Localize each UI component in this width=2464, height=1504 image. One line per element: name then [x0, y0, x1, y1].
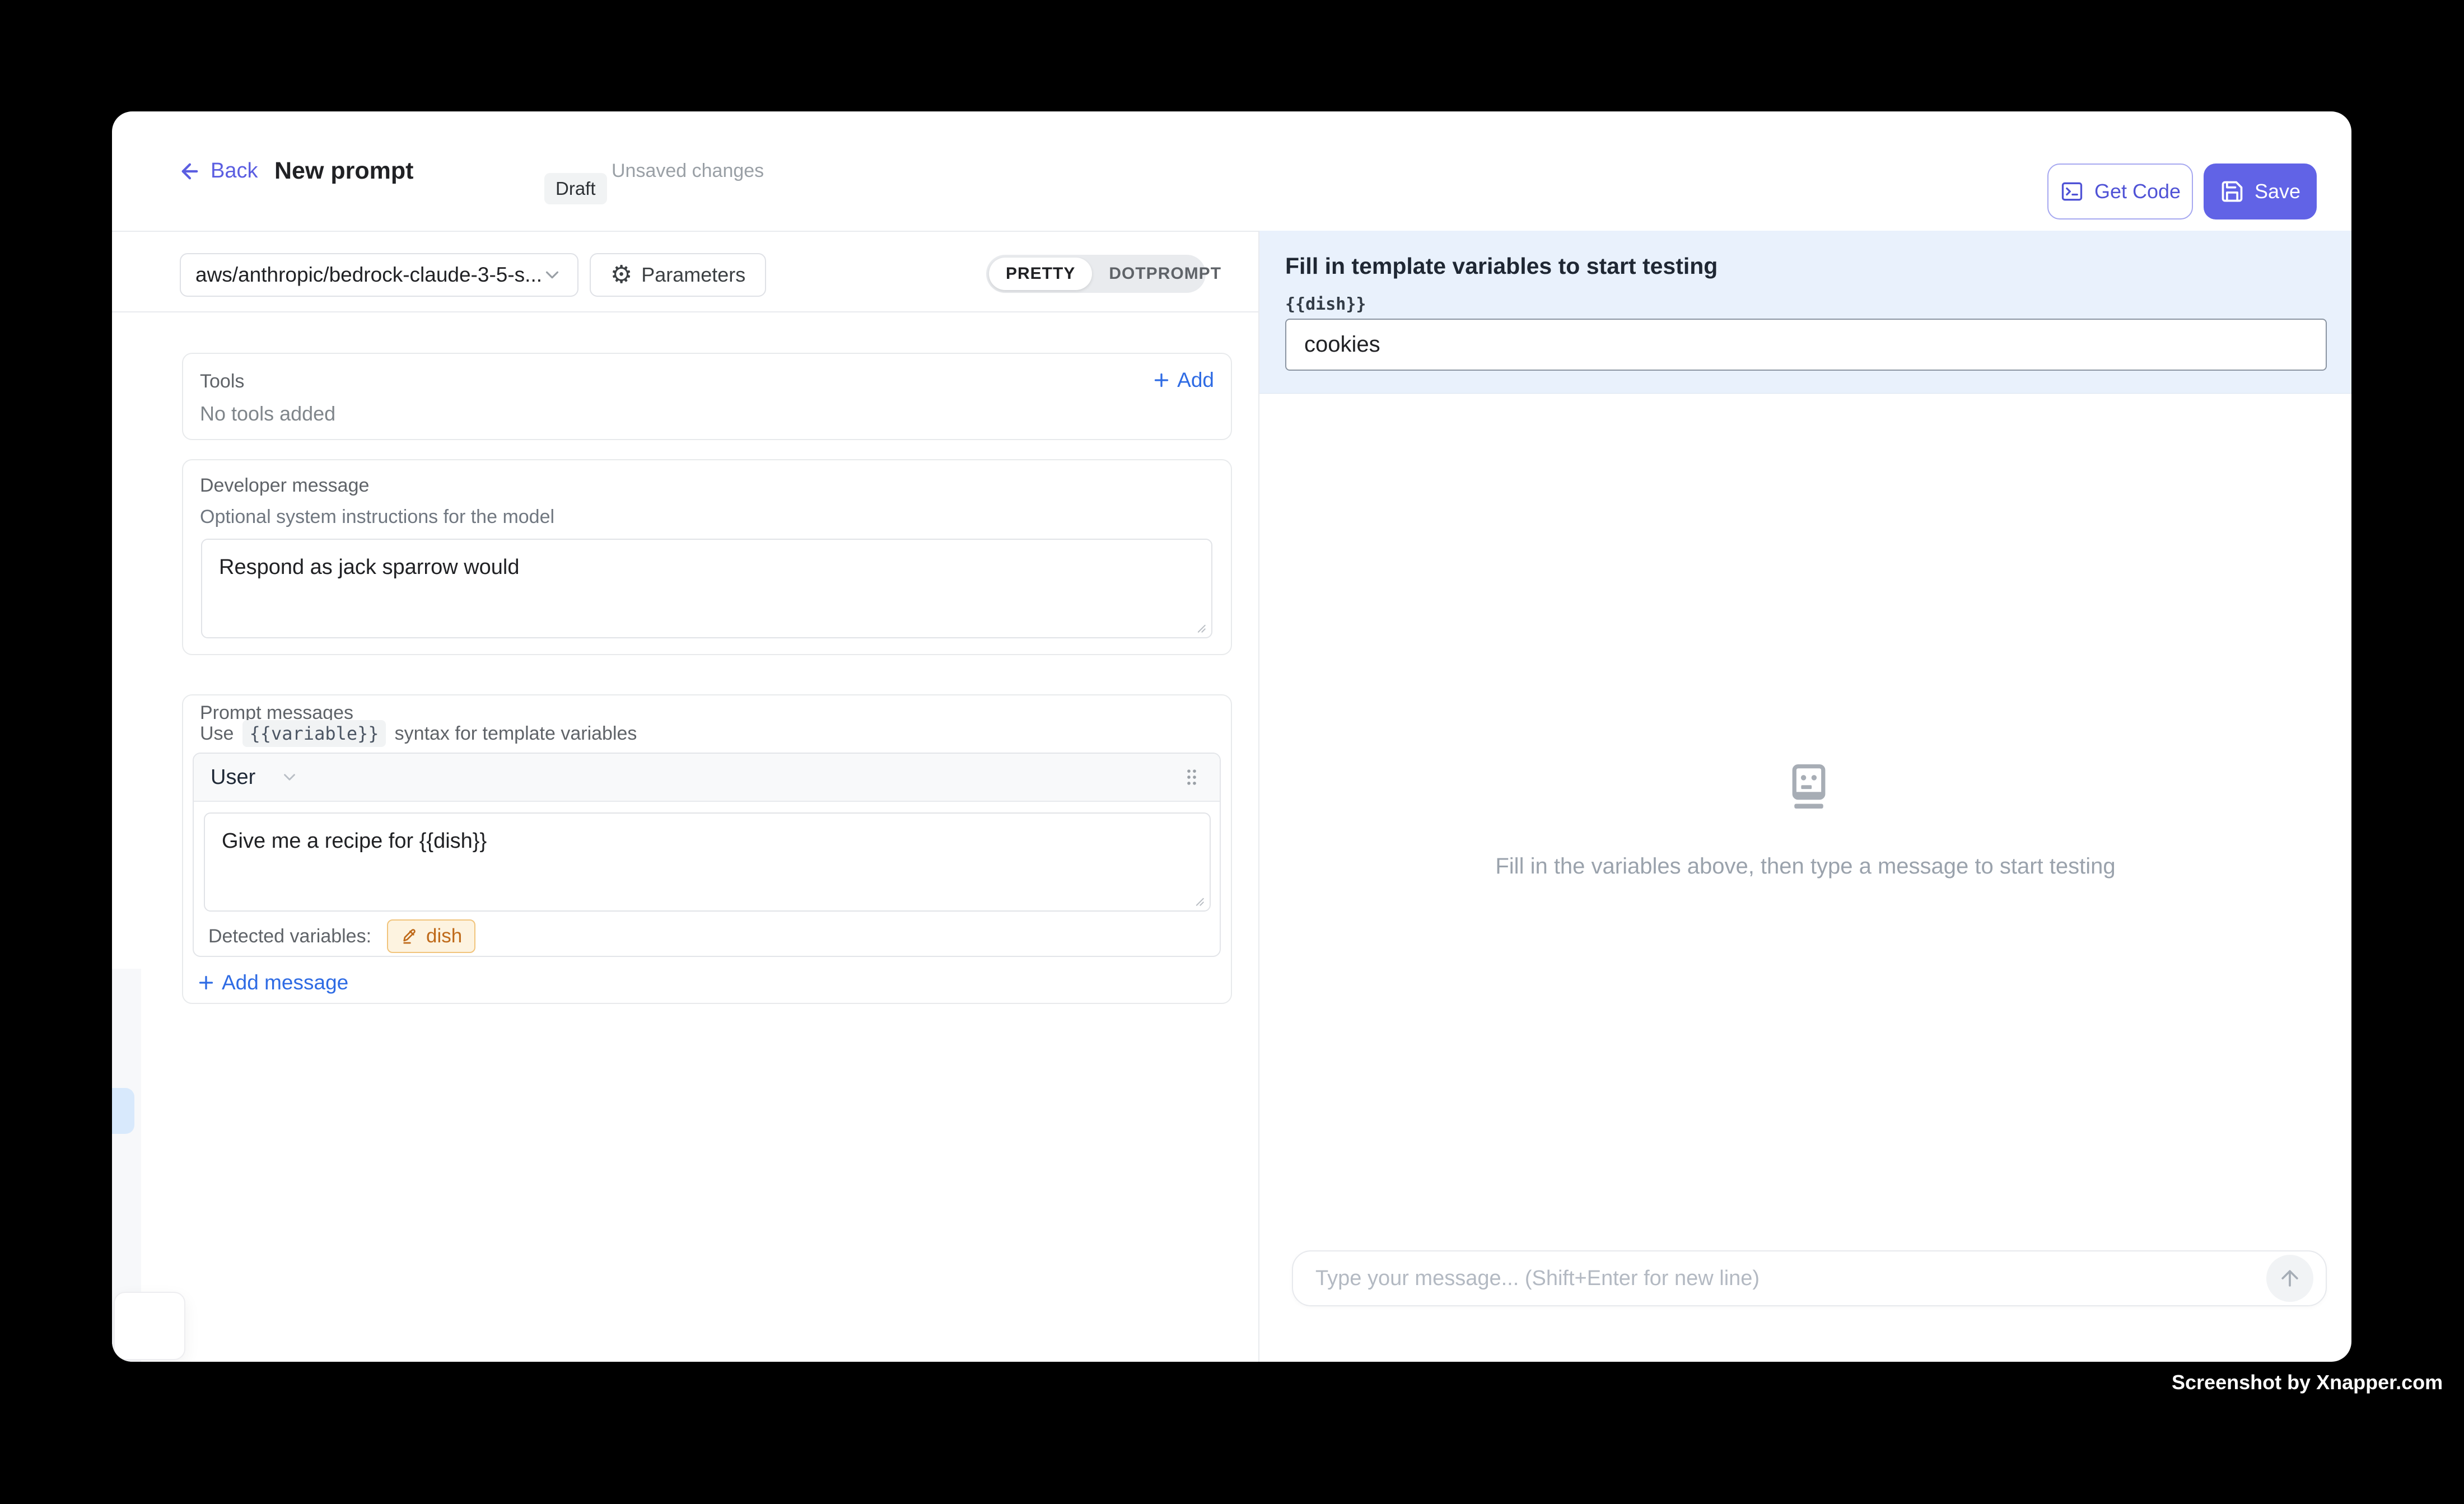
variable-syntax-chip: {{variable}}: [242, 720, 385, 747]
empty-state-text: Fill in the variables above, then type a…: [1259, 854, 2351, 879]
developer-message-card: Developer message Optional system instru…: [182, 459, 1232, 655]
role-value: User: [211, 765, 255, 790]
test-panel-heading: Fill in template variables to start test…: [1285, 253, 1718, 279]
chevron-down-icon: [542, 264, 563, 286]
detected-variables-label: Detected variables:: [208, 926, 371, 947]
save-label: Save: [2255, 180, 2300, 203]
variable-chip-label: dish: [426, 925, 462, 947]
view-mode-toggle: PRETTY DOTPROMPT: [986, 255, 1206, 293]
arrow-up-icon: [2278, 1266, 2302, 1291]
message-header: User: [194, 754, 1220, 802]
parameters-button[interactable]: ⚙ Parameters: [590, 253, 766, 297]
toggle-pretty[interactable]: PRETTY: [989, 258, 1092, 290]
side-rail-active-item[interactable]: [112, 1088, 134, 1134]
developer-message-subtitle: Optional system instructions for the mod…: [200, 506, 554, 528]
app-window: Back New prompt Draft Unsaved changes Ge…: [112, 111, 2351, 1362]
model-selector[interactable]: aws/anthropic/bedrock-claude-3-5-s...: [180, 253, 578, 297]
page-title: New prompt: [274, 111, 413, 231]
chat-message-input[interactable]: [1293, 1267, 2266, 1291]
back-label: Back: [211, 159, 258, 183]
screenshot-stage: Back New prompt Draft Unsaved changes Ge…: [0, 0, 2464, 1504]
corner-popover: [114, 1292, 185, 1360]
developer-message-title: Developer message: [200, 475, 369, 497]
send-button[interactable]: [2266, 1255, 2313, 1302]
tools-title: Tools: [200, 371, 244, 393]
developer-message-textarea[interactable]: Respond as jack sparrow would: [201, 539, 1212, 638]
plus-icon: [1151, 370, 1172, 390]
variable-chip-dish[interactable]: dish: [387, 919, 475, 953]
parameters-label: Parameters: [641, 263, 745, 287]
get-code-button[interactable]: Get Code: [2047, 164, 2193, 219]
drag-handle-icon[interactable]: [1180, 766, 1203, 788]
model-selector-value: aws/anthropic/bedrock-claude-3-5-s...: [195, 263, 542, 287]
get-code-label: Get Code: [2094, 180, 2181, 203]
terminal-icon: [2060, 179, 2084, 204]
back-button[interactable]: Back: [178, 111, 258, 231]
status-badge: Draft: [544, 173, 607, 204]
toggle-dotprompt[interactable]: DOTPROMPT: [1092, 258, 1238, 290]
add-tool-label: Add: [1177, 368, 1214, 392]
role-selector[interactable]: User: [211, 765, 299, 790]
chevron-down-icon: [280, 768, 299, 787]
chat-input-bar: [1292, 1250, 2327, 1306]
plus-icon: [196, 973, 216, 993]
tools-empty-text: No tools added: [200, 402, 335, 426]
unsaved-changes-note: Unsaved changes: [612, 111, 764, 231]
toolbar-divider: [112, 311, 1258, 312]
prompt-messages-card: Prompt messages Use {{variable}} syntax …: [182, 694, 1232, 1004]
save-button[interactable]: Save: [2204, 164, 2317, 219]
hint-prefix: Use: [200, 723, 234, 745]
bot-face-icon: [1781, 763, 1837, 817]
template-variables-panel: Fill in template variables to start test…: [1259, 231, 2351, 394]
message-block: User Give me a recipe for {{dish}}: [193, 753, 1221, 957]
pane-divider: [1258, 231, 1259, 1362]
save-icon: [2220, 179, 2244, 204]
hint-suffix: syntax for template variables: [395, 723, 637, 745]
back-arrow-icon: [178, 160, 202, 183]
add-message-label: Add message: [222, 971, 348, 994]
gear-icon: ⚙: [610, 263, 632, 287]
watermark-text: Screenshot by Xnapper.com: [2172, 1371, 2443, 1394]
dish-variable-label: {{dish}}: [1285, 295, 1366, 314]
dish-variable-input[interactable]: [1285, 319, 2327, 371]
add-tool-button[interactable]: Add: [1151, 368, 1214, 392]
pencil-icon: [400, 927, 418, 945]
add-message-button[interactable]: Add message: [196, 971, 348, 994]
resize-handle-icon[interactable]: [1191, 893, 1205, 907]
user-message-textarea[interactable]: Give me a recipe for {{dish}}: [204, 812, 1211, 912]
tools-card: Tools Add No tools added: [182, 353, 1232, 440]
resize-handle-icon[interactable]: [1192, 619, 1207, 634]
